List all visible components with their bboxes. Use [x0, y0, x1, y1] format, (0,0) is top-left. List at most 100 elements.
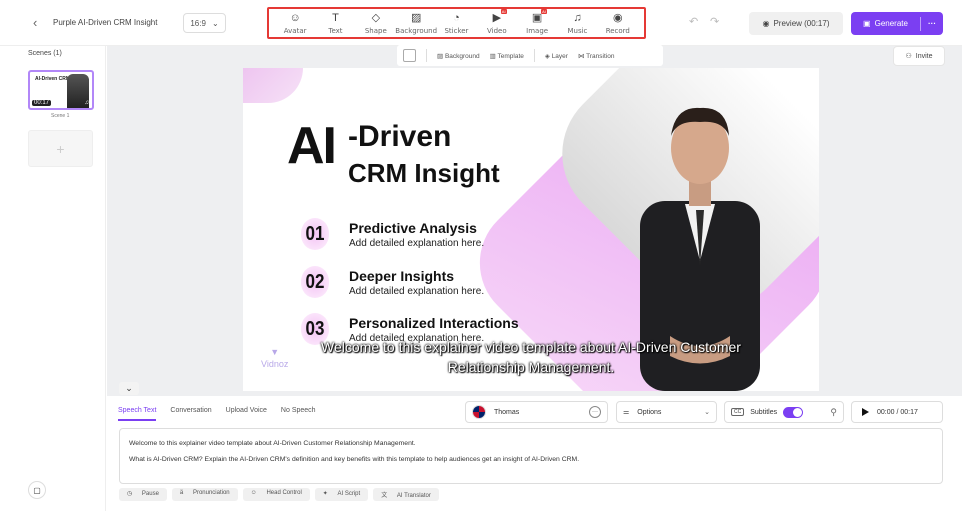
- generate-icon: ▣: [863, 19, 871, 28]
- invite-label: Invite: [915, 52, 933, 60]
- chevron-left-icon: ‹: [33, 15, 38, 30]
- subtitles-control: CC Subtitles ⚲: [724, 401, 844, 423]
- ai-translator-button[interactable]: 文 AI Translator: [373, 488, 439, 501]
- background-option[interactable]: ▨ Background: [437, 52, 480, 60]
- item-number: 02: [300, 266, 330, 298]
- subtitle-line: Welcome to this explainer video template…: [321, 339, 741, 355]
- tool-background[interactable]: ▨ Background: [395, 11, 438, 35]
- chip-label: AI Translator: [392, 491, 435, 501]
- chevron-down-icon: ⌄: [125, 383, 133, 393]
- thumb-duration: 00:17: [32, 100, 52, 106]
- tool-avatar[interactable]: ☺ Avatar: [275, 12, 315, 35]
- scene-thumbnail[interactable]: AI-Driven CRM Insight 00:17 ♫: [28, 70, 94, 110]
- subtitles-toggle[interactable]: [783, 406, 804, 418]
- template-option[interactable]: ▥ Template: [490, 52, 524, 60]
- invite-button[interactable]: ⚇ Invite: [893, 46, 945, 66]
- generate-main[interactable]: ▣ Generate: [851, 16, 921, 31]
- play-circle-icon: ◉: [762, 19, 770, 28]
- tool-label: Avatar: [283, 26, 307, 35]
- voice-select[interactable]: Thomas ···: [465, 401, 608, 423]
- item-number: 01: [300, 218, 330, 250]
- tool-sticker[interactable]: ◔ Sticker: [436, 12, 476, 35]
- tool-label: Background: [395, 26, 438, 35]
- music-icon: ♫: [573, 11, 582, 24]
- record-icon: ◉: [612, 11, 623, 24]
- scene-name: Scene 1: [51, 113, 70, 119]
- pronunciation-button[interactable]: ä Pronunciation: [171, 488, 238, 501]
- ai-badge: AI: [541, 8, 547, 14]
- chevron-down-icon: ⌄: [211, 18, 219, 28]
- tool-record[interactable]: ◉ Record: [598, 12, 638, 35]
- ai-script-button[interactable]: ✦ AI Script: [314, 488, 369, 501]
- aspect-ratio-value: 16:9: [190, 18, 206, 28]
- tool-label: Image: [526, 26, 549, 35]
- slide-item[interactable]: 01 Predictive Analysis Add detailed expl…: [298, 218, 558, 260]
- playback-control[interactable]: 00:00 / 00:17: [851, 401, 943, 423]
- item-heading: Deeper Insights: [349, 268, 455, 284]
- slide-title-line2[interactable]: CRM Insight: [348, 158, 500, 189]
- script-line: What is AI-Driven CRM? Explain the AI-Dr…: [129, 456, 580, 463]
- tool-label: Music: [567, 26, 588, 35]
- chip-label: Pronunciation: [188, 488, 234, 498]
- tool-video[interactable]: ▶ AI Video: [477, 8, 517, 35]
- canvas-toolbar: ▨ Background ▥ Template ◈ Layer ⋈ Transi…: [397, 45, 663, 66]
- transition-icon: ⋈: [577, 52, 587, 60]
- pause-button[interactable]: ◷ Pause: [119, 488, 167, 501]
- add-scene-button[interactable]: +: [28, 130, 93, 167]
- tool-music[interactable]: ♫ Music: [557, 12, 597, 35]
- scenes-label: Scenes (1): [28, 50, 62, 57]
- item-heading: Predictive Analysis: [349, 220, 477, 236]
- layer-icon: ◈: [544, 52, 552, 60]
- tab-conversation[interactable]: Conversation: [170, 407, 211, 421]
- video-icon: ▶: [492, 11, 502, 24]
- slide-title-ai[interactable]: AI: [287, 116, 337, 176]
- tab-upload-voice[interactable]: Upload Voice: [226, 407, 267, 421]
- preview-button[interactable]: ◉ Preview (00:17): [749, 12, 843, 35]
- redo-icon[interactable]: ↷: [710, 15, 719, 28]
- pin-icon[interactable]: ⚲: [830, 407, 837, 418]
- divider: [533, 49, 535, 62]
- back-button[interactable]: ‹: [33, 15, 37, 30]
- chevron-down-icon: ⌄: [704, 409, 710, 416]
- tool-label: Shape: [364, 26, 387, 35]
- tool-shape[interactable]: ◇ Shape: [356, 12, 396, 35]
- sticker-icon: ◔: [453, 11, 460, 24]
- tool-text[interactable]: T Text: [315, 12, 355, 35]
- slide-item[interactable]: 02 Deeper Insights Add detailed explanat…: [298, 266, 558, 308]
- transition-option[interactable]: ⋈ Transition: [578, 52, 615, 60]
- voice-name: Thomas: [494, 408, 520, 416]
- aspect-ratio-select[interactable]: 16:9 ⌄: [183, 13, 226, 33]
- subtitles-label: Subtitles: [750, 408, 778, 416]
- play-icon[interactable]: [862, 408, 869, 416]
- chat-icon[interactable]: ▢: [28, 481, 46, 499]
- template-label: Template: [497, 52, 524, 60]
- color-swatch[interactable]: [403, 49, 416, 62]
- chip-label: Head Control: [262, 488, 306, 498]
- cc-icon: CC: [731, 408, 745, 416]
- tool-image[interactable]: ▣ AI Image: [517, 8, 557, 35]
- undo-icon[interactable]: ↶: [689, 15, 698, 28]
- time-display: 00:00 / 00:17: [877, 408, 918, 416]
- collapse-panel-button[interactable]: ⌄: [119, 382, 139, 395]
- ai-badge: AI: [500, 8, 507, 14]
- tab-no-speech[interactable]: No Speech: [281, 407, 316, 421]
- script-line: Welcome to this explainer video template…: [129, 440, 416, 447]
- slide-title-line1[interactable]: -Driven: [348, 120, 451, 154]
- more-icon[interactable]: ···: [589, 406, 601, 418]
- item-heading: Personalized Interactions: [349, 315, 519, 331]
- options-label: Options: [637, 408, 662, 416]
- project-title[interactable]: Purple AI-Driven CRM Insight: [53, 18, 157, 27]
- more-options-button[interactable]: ···: [921, 19, 943, 28]
- tab-speech-text[interactable]: Speech Text: [118, 407, 157, 421]
- options-dropdown[interactable]: ⚌ Options ⌄: [616, 401, 717, 423]
- head-control-button[interactable]: ☺ Head Control: [242, 488, 310, 501]
- generate-label: Generate: [874, 19, 908, 28]
- transition-label: Transition: [586, 52, 615, 60]
- layer-option[interactable]: ◈ Layer: [545, 52, 568, 60]
- background-icon: ▨: [410, 11, 422, 24]
- generate-button[interactable]: ▣ Generate ···: [851, 12, 943, 35]
- translate-icon: 文: [377, 491, 393, 501]
- subtitle-line: Relationship Management.: [447, 359, 615, 375]
- speech-text-editor[interactable]: Welcome to this explainer video template…: [119, 428, 943, 484]
- item-description: Add detailed explanation here.: [349, 238, 485, 249]
